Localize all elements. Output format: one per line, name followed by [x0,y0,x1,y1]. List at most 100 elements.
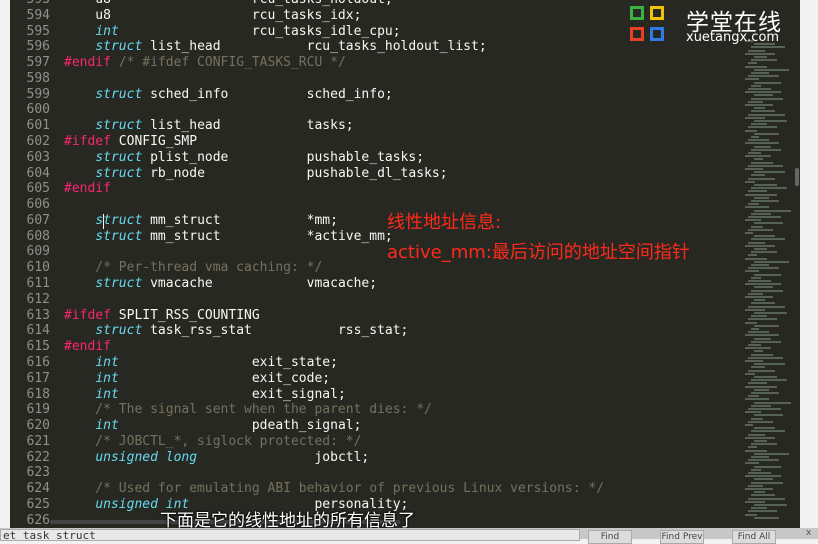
minimap-line [754,145,771,148]
code-line: /* JOBCTL_*, siglock protected: */ [64,434,361,450]
line-number: 609 [26,244,50,260]
code-token: u8 rcu_tasks_idx; [64,7,362,23]
minimap-line [754,401,791,404]
code-editor[interactable]: 5935945955965975985996006016026036046056… [10,0,800,528]
minimap-line [748,88,771,90]
line-number: 599 [26,86,50,102]
keyword-token: int [95,354,119,370]
minimap-line [751,315,767,318]
line-number: 615 [26,339,50,355]
find-input[interactable]: et task_struct [0,529,580,541]
preprocessor-token: #endif [64,181,111,197]
find-button[interactable]: Find [588,530,632,544]
minimap-line [751,148,781,151]
line-number: 612 [26,291,50,307]
minimap-line [751,161,773,164]
code-token: mm_struct *active_mm; [142,228,393,244]
minimap-line [745,296,773,298]
minimap-line [751,494,775,497]
keyword-token: int [95,23,119,39]
minimap-line [754,516,779,519]
minimap-line [751,417,763,420]
preprocessor-token: #endif [64,55,111,71]
line-number: 623 [26,465,50,481]
minimap-line [754,440,767,442]
find-all-button[interactable]: Find All [732,530,776,544]
minimap-line [754,363,785,366]
minimap-line [751,276,761,279]
minimap-line [751,289,783,292]
line-number: 601 [26,118,50,134]
code-token: sched_info sched_info; [142,86,393,102]
minimap-line [745,116,765,119]
line-number: 621 [26,433,50,449]
minimap-line [745,308,765,311]
minimap-line [745,372,755,375]
minimap-line [748,510,777,513]
code-line: struct list_head tasks; [64,118,353,134]
line-number: 605 [26,181,50,197]
minimap-line [754,209,791,212]
minimap-line [754,260,789,263]
minimap-line [754,376,777,378]
logo-blue-square [650,27,664,41]
minimap-line [751,264,769,266]
close-icon[interactable]: x [806,528,811,538]
logo-url-text: xuetangx.com [686,30,780,45]
minimap-line [751,456,769,458]
code-line: #ifdef SPLIT_RSS_COUNTING [64,308,260,324]
comment-token: /* JOBCTL_*, siglock protected: */ [64,433,362,449]
minimap-line [754,286,773,289]
minimap-line [748,254,757,257]
code-line: #endif /* #ifdef CONFIG_TASKS_RCU */ [64,55,346,71]
minimap[interactable] [745,40,795,525]
minimap-line [748,62,757,65]
minimap-line [754,452,789,455]
keyword-token: struct [95,228,143,244]
keyword-token: int [95,386,119,402]
minimap-line [748,318,777,321]
minimap-line [751,392,779,394]
code-line: struct rb_node pushable_dl_tasks; [64,166,447,182]
line-number: 624 [26,481,50,497]
minimap-line [751,200,779,202]
minimap-line [748,369,775,372]
vertical-scrollbar[interactable] [795,168,799,186]
line-number: 594 [26,7,50,23]
find-prev-button[interactable]: Find Prev [660,530,704,544]
minimap-line [754,414,783,417]
line-number: 608 [26,228,50,244]
minimap-line [751,468,761,471]
minimap-line [745,257,767,260]
code-line: #endif [64,181,111,197]
annotation-title: 线性地址信息: [387,212,502,233]
xuetangx-logo: 学堂在线 xuetangx.com [628,3,793,47]
line-number: 616 [26,354,50,370]
minimap-line [754,94,773,97]
minimap-line [751,366,765,369]
minimap-line [748,484,763,487]
code-line: #ifdef CONFIG_SMP [64,134,197,150]
code-token: list_head rcu_tasks_holdout_list; [142,39,487,55]
minimap-line [745,65,767,68]
minimap-line [754,132,779,135]
minimap-line [754,427,775,430]
minimap-line [745,334,779,337]
minimap-line [745,232,753,234]
code-line: int exit_code; [64,371,330,387]
line-number: 611 [26,276,50,292]
code-line: struct mm_struct *mm; [64,213,338,229]
minimap-line [751,72,769,74]
line-number: 598 [26,70,50,86]
minimap-line [748,292,763,295]
line-number: 617 [26,370,50,386]
line-number: 607 [26,212,50,228]
code-line: struct plist_node pushable_tasks; [64,150,424,166]
